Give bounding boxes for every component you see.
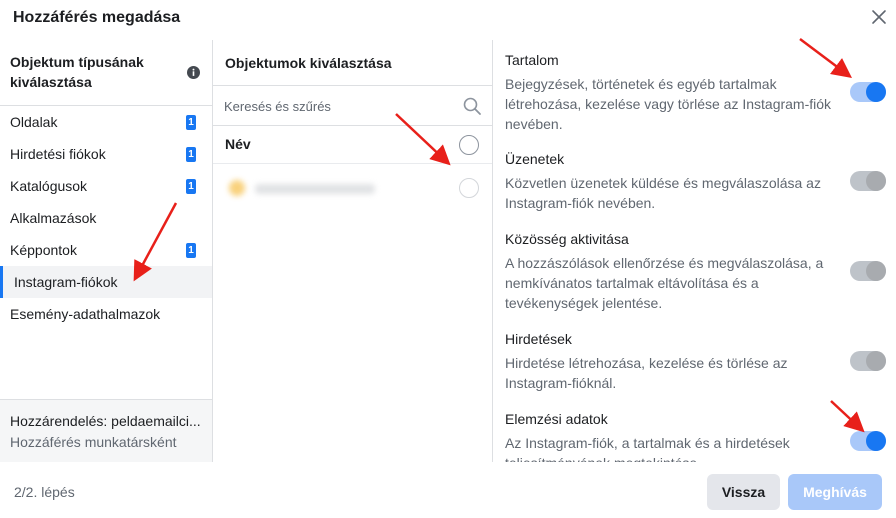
permission-toggle-ads[interactable]	[850, 351, 886, 371]
object-type-label: Katalógusok	[10, 178, 88, 194]
dialog-header: Hozzáférés megadása	[0, 0, 896, 40]
permission-description: Hirdetése létrehozása, kezelése és törlé…	[505, 355, 788, 391]
object-type-apps[interactable]: Alkalmazások	[0, 202, 212, 234]
select-all-radio[interactable]	[459, 135, 479, 155]
step-indicator: 2/2. lépés	[14, 484, 75, 500]
object-row[interactable]	[213, 164, 492, 212]
name-column-header: Név	[225, 136, 251, 152]
permission-description: Az Instagram-fiók, a tartalmak és a hird…	[505, 435, 790, 462]
object-type-heading: Objektum típusának kiválasztása	[10, 54, 144, 90]
object-type-event-datasets[interactable]: Esemény-adathalmazok	[0, 298, 212, 330]
object-type-label: Képpontok	[10, 242, 77, 258]
permission-title: Közösség aktivitása	[505, 231, 629, 247]
permission-toggle-insights[interactable]	[850, 431, 886, 451]
object-selection-header: Objektumok kiválasztása	[213, 40, 492, 86]
grant-access-dialog: Hozzáférés megadása Objektum típusának k…	[0, 0, 896, 518]
object-type-label: Alkalmazások	[10, 210, 97, 226]
permission-toggle-messages[interactable]	[850, 171, 886, 191]
search-bar	[213, 86, 492, 126]
back-button[interactable]: Vissza	[707, 474, 780, 510]
object-selection-heading: Objektumok kiválasztása	[225, 55, 392, 71]
permission-description: A hozzászólások ellenőrzése és megválasz…	[505, 255, 824, 311]
permission-title: Elemzési adatok	[505, 411, 608, 427]
dialog-title: Hozzáférés megadása	[13, 9, 181, 26]
object-type-header: Objektum típusának kiválasztása	[0, 40, 212, 106]
toggle-knob	[866, 171, 886, 191]
toggle-knob	[866, 431, 886, 451]
count-badge: 1	[186, 243, 196, 258]
object-avatar	[229, 180, 245, 196]
object-type-label: Oldalak	[10, 114, 58, 130]
toggle-knob	[866, 261, 886, 281]
permissions-panel: Tartalom Bejegyzések, történetek és egyé…	[493, 40, 896, 462]
object-type-list: Oldalak 1 Hirdetési fiókok 1 Katalógusok…	[0, 106, 212, 330]
toggle-knob	[866, 351, 886, 371]
object-type-instagram-accounts[interactable]: Instagram-fiókok	[0, 266, 212, 298]
name-header-row: Név	[213, 126, 492, 164]
permission-description: Közvetlen üzenetek küldése és megválaszo…	[505, 175, 821, 211]
object-type-ad-accounts[interactable]: Hirdetési fiókok 1	[0, 138, 212, 170]
assignee-text: Hozzárendelés: peldaemailci...	[10, 413, 201, 429]
object-type-catalogs[interactable]: Katalógusok 1	[0, 170, 212, 202]
search-icon[interactable]	[462, 96, 482, 116]
invite-button[interactable]: Meghívás	[788, 474, 882, 510]
permission-toggle-content[interactable]	[850, 82, 886, 102]
count-badge: 1	[186, 179, 196, 194]
search-input[interactable]	[224, 96, 454, 116]
object-name-redacted	[255, 184, 375, 194]
object-radio[interactable]	[459, 178, 479, 198]
permission-title: Tartalom	[505, 52, 559, 68]
object-selection-panel: Objektumok kiválasztása Név	[213, 40, 493, 462]
object-type-oldalak[interactable]: Oldalak 1	[0, 106, 212, 138]
object-type-panel: Objektum típusának kiválasztása Oldalak …	[0, 40, 213, 462]
object-type-label: Hirdetési fiókok	[10, 146, 106, 162]
count-badge: 1	[186, 115, 196, 130]
object-type-label: Esemény-adathalmazok	[10, 306, 161, 322]
permission-title: Hirdetések	[505, 331, 572, 347]
permission-description: Bejegyzések, történetek és egyéb tartalm…	[505, 76, 832, 132]
close-icon[interactable]	[870, 8, 888, 26]
permission-title: Üzenetek	[505, 151, 565, 167]
toggle-knob	[866, 82, 886, 102]
count-badge: 1	[186, 147, 196, 162]
assignment-summary: Hozzárendelés: peldaemailci... Hozzáféré…	[0, 399, 212, 462]
object-type-label: Instagram-fiókok	[14, 274, 118, 290]
access-role-text: Hozzáférés munkatársként	[10, 434, 177, 450]
info-icon[interactable]	[187, 66, 200, 79]
permission-toggle-community[interactable]	[850, 261, 886, 281]
object-type-pixels[interactable]: Képpontok 1	[0, 234, 212, 266]
